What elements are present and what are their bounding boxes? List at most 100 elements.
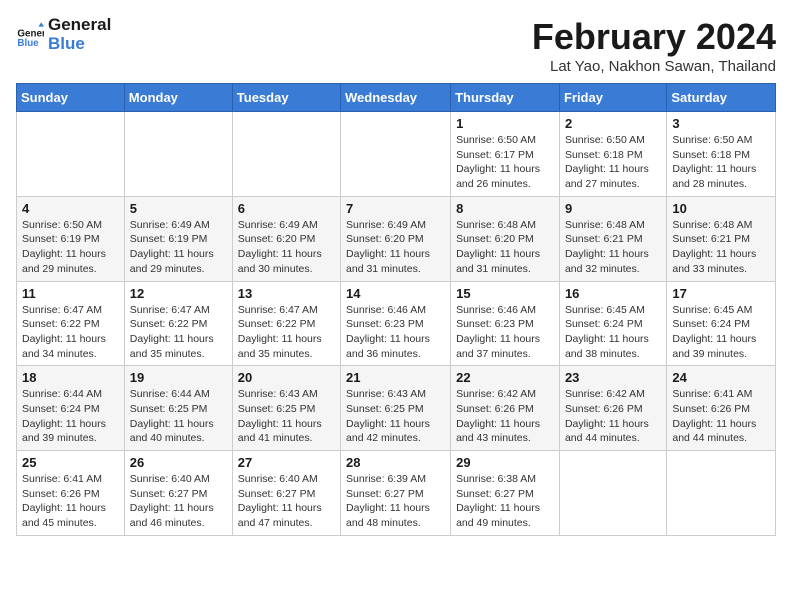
day-number: 20 bbox=[238, 370, 335, 385]
calendar-cell: 3Sunrise: 6:50 AM Sunset: 6:18 PM Daylig… bbox=[667, 112, 776, 197]
calendar-cell: 12 Sunrise: 6:47 AM Sunset: 6:22 PM Dayli… bbox=[124, 281, 232, 366]
calendar-cell: 24Sunrise: 6:41 AM Sunset: 6:26 PM Dayli… bbox=[667, 366, 776, 451]
day-info: Sunrise: 6:45 AM Sunset: 6:24 PM Dayligh… bbox=[672, 303, 770, 362]
calendar-cell bbox=[17, 112, 125, 197]
day-info: Sunrise: 6:50 AM Sunset: 6:18 PM Dayligh… bbox=[565, 133, 661, 192]
day-number: 6 bbox=[238, 201, 335, 216]
day-header-tuesday: Tuesday bbox=[232, 84, 340, 112]
day-info: Sunrise: 6:42 AM Sunset: 6:26 PM Dayligh… bbox=[565, 387, 661, 446]
day-number: 1 bbox=[456, 116, 554, 131]
calendar-subtitle: Lat Yao, Nakhon Sawan, Thailand bbox=[532, 58, 776, 75]
calendar-cell: 4Sunrise: 6:50 AM Sunset: 6:19 PM Daylig… bbox=[17, 196, 125, 281]
day-info: Sunrise: 6:48 AM Sunset: 6:20 PM Dayligh… bbox=[456, 218, 554, 277]
day-info: Sunrise: 6:49 AM Sunset: 6:19 PM Dayligh… bbox=[130, 218, 227, 277]
day-info: Sunrise: 6:50 AM Sunset: 6:19 PM Dayligh… bbox=[22, 218, 119, 277]
day-info: Sunrise: 6:42 AM Sunset: 6:26 PM Dayligh… bbox=[456, 387, 554, 446]
calendar-title: February 2024 bbox=[532, 16, 776, 58]
day-number: 27 bbox=[238, 455, 335, 470]
day-info: Sunrise: 6:39 AM Sunset: 6:27 PM Dayligh… bbox=[346, 472, 445, 531]
calendar-cell: 26 Sunrise: 6:40 AM Sunset: 6:27 PM Dayli… bbox=[124, 451, 232, 536]
day-info: Sunrise: 6:43 AM Sunset: 6:25 PM Dayligh… bbox=[346, 387, 445, 446]
header-row: SundayMondayTuesdayWednesdayThursdayFrid… bbox=[17, 84, 776, 112]
calendar-cell: 15Sunrise: 6:46 AM Sunset: 6:23 PM Dayli… bbox=[451, 281, 560, 366]
logo-icon: General Blue bbox=[16, 21, 44, 49]
day-number: 29 bbox=[456, 455, 554, 470]
day-number: 2 bbox=[565, 116, 661, 131]
calendar-cell: 16 Sunrise: 6:45 AM Sunset: 6:24 PM Dayli… bbox=[559, 281, 666, 366]
day-number: 23 bbox=[565, 370, 661, 385]
day-number: 10 bbox=[672, 201, 770, 216]
title-area: February 2024 Lat Yao, Nakhon Sawan, Tha… bbox=[532, 16, 776, 75]
calendar-cell: 28Sunrise: 6:39 AM Sunset: 6:27 PM Dayli… bbox=[341, 451, 451, 536]
calendar-cell: 7 Sunrise: 6:49 AM Sunset: 6:20 PM Daylig… bbox=[341, 196, 451, 281]
day-number: 11 bbox=[22, 286, 119, 301]
week-row-4: 18 Sunrise: 6:44 AM Sunset: 6:24 PM Dayli… bbox=[17, 366, 776, 451]
day-header-thursday: Thursday bbox=[451, 84, 560, 112]
svg-text:Blue: Blue bbox=[17, 38, 39, 49]
day-info: Sunrise: 6:40 AM Sunset: 6:27 PM Dayligh… bbox=[238, 472, 335, 531]
calendar-cell bbox=[667, 451, 776, 536]
day-info: Sunrise: 6:47 AM Sunset: 6:22 PM Dayligh… bbox=[130, 303, 227, 362]
day-info: Sunrise: 6:48 AM Sunset: 6:21 PM Dayligh… bbox=[565, 218, 661, 277]
calendar-cell: 20Sunrise: 6:43 AM Sunset: 6:25 PM Dayli… bbox=[232, 366, 340, 451]
day-number: 13 bbox=[238, 286, 335, 301]
day-number: 15 bbox=[456, 286, 554, 301]
day-info: Sunrise: 6:44 AM Sunset: 6:25 PM Dayligh… bbox=[130, 387, 227, 446]
day-number: 5 bbox=[130, 201, 227, 216]
day-info: Sunrise: 6:47 AM Sunset: 6:22 PM Dayligh… bbox=[238, 303, 335, 362]
calendar-cell: 10 Sunrise: 6:48 AM Sunset: 6:21 PM Dayli… bbox=[667, 196, 776, 281]
day-header-monday: Monday bbox=[124, 84, 232, 112]
day-number: 9 bbox=[565, 201, 661, 216]
day-number: 17 bbox=[672, 286, 770, 301]
page-header: General Blue General Blue February 2024 … bbox=[16, 16, 776, 75]
day-info: Sunrise: 6:50 AM Sunset: 6:18 PM Dayligh… bbox=[672, 133, 770, 192]
day-info: Sunrise: 6:46 AM Sunset: 6:23 PM Dayligh… bbox=[346, 303, 445, 362]
week-row-3: 11 Sunrise: 6:47 AM Sunset: 6:22 PM Dayli… bbox=[17, 281, 776, 366]
day-number: 7 bbox=[346, 201, 445, 216]
calendar-cell: 23 Sunrise: 6:42 AM Sunset: 6:26 PM Dayli… bbox=[559, 366, 666, 451]
logo-blue: Blue bbox=[48, 35, 111, 54]
calendar-cell: 8 Sunrise: 6:48 AM Sunset: 6:20 PM Daylig… bbox=[451, 196, 560, 281]
calendar-cell: 9 Sunrise: 6:48 AM Sunset: 6:21 PM Daylig… bbox=[559, 196, 666, 281]
day-header-friday: Friday bbox=[559, 84, 666, 112]
calendar-cell: 6Sunrise: 6:49 AM Sunset: 6:20 PM Daylig… bbox=[232, 196, 340, 281]
day-number: 8 bbox=[456, 201, 554, 216]
calendar-cell: 21 Sunrise: 6:43 AM Sunset: 6:25 PM Dayli… bbox=[341, 366, 451, 451]
calendar-cell: 19 Sunrise: 6:44 AM Sunset: 6:25 PM Dayli… bbox=[124, 366, 232, 451]
day-number: 26 bbox=[130, 455, 227, 470]
calendar-cell bbox=[232, 112, 340, 197]
calendar-cell: 2 Sunrise: 6:50 AM Sunset: 6:18 PM Daylig… bbox=[559, 112, 666, 197]
day-number: 24 bbox=[672, 370, 770, 385]
day-number: 25 bbox=[22, 455, 119, 470]
day-info: Sunrise: 6:41 AM Sunset: 6:26 PM Dayligh… bbox=[22, 472, 119, 531]
calendar-cell: 5 Sunrise: 6:49 AM Sunset: 6:19 PM Daylig… bbox=[124, 196, 232, 281]
day-header-sunday: Sunday bbox=[17, 84, 125, 112]
week-row-1: 1 Sunrise: 6:50 AM Sunset: 6:17 PM Daylig… bbox=[17, 112, 776, 197]
calendar-cell: 1 Sunrise: 6:50 AM Sunset: 6:17 PM Daylig… bbox=[451, 112, 560, 197]
day-info: Sunrise: 6:45 AM Sunset: 6:24 PM Dayligh… bbox=[565, 303, 661, 362]
calendar-cell: 18 Sunrise: 6:44 AM Sunset: 6:24 PM Dayli… bbox=[17, 366, 125, 451]
day-header-wednesday: Wednesday bbox=[341, 84, 451, 112]
day-number: 18 bbox=[22, 370, 119, 385]
calendar-table: SundayMondayTuesdayWednesdayThursdayFrid… bbox=[16, 83, 776, 536]
day-number: 14 bbox=[346, 286, 445, 301]
day-number: 21 bbox=[346, 370, 445, 385]
calendar-cell bbox=[559, 451, 666, 536]
day-info: Sunrise: 6:49 AM Sunset: 6:20 PM Dayligh… bbox=[346, 218, 445, 277]
calendar-cell bbox=[341, 112, 451, 197]
logo: General Blue General Blue bbox=[16, 16, 111, 53]
day-number: 12 bbox=[130, 286, 227, 301]
day-info: Sunrise: 6:50 AM Sunset: 6:17 PM Dayligh… bbox=[456, 133, 554, 192]
day-info: Sunrise: 6:40 AM Sunset: 6:27 PM Dayligh… bbox=[130, 472, 227, 531]
day-number: 16 bbox=[565, 286, 661, 301]
day-info: Sunrise: 6:44 AM Sunset: 6:24 PM Dayligh… bbox=[22, 387, 119, 446]
calendar-cell: 27 Sunrise: 6:40 AM Sunset: 6:27 PM Dayli… bbox=[232, 451, 340, 536]
day-number: 22 bbox=[456, 370, 554, 385]
day-info: Sunrise: 6:38 AM Sunset: 6:27 PM Dayligh… bbox=[456, 472, 554, 531]
day-number: 19 bbox=[130, 370, 227, 385]
calendar-cell: 13 Sunrise: 6:47 AM Sunset: 6:22 PM Dayli… bbox=[232, 281, 340, 366]
day-info: Sunrise: 6:48 AM Sunset: 6:21 PM Dayligh… bbox=[672, 218, 770, 277]
calendar-cell bbox=[124, 112, 232, 197]
calendar-cell: 25 Sunrise: 6:41 AM Sunset: 6:26 PM Dayli… bbox=[17, 451, 125, 536]
calendar-cell: 14 Sunrise: 6:46 AM Sunset: 6:23 PM Dayli… bbox=[341, 281, 451, 366]
